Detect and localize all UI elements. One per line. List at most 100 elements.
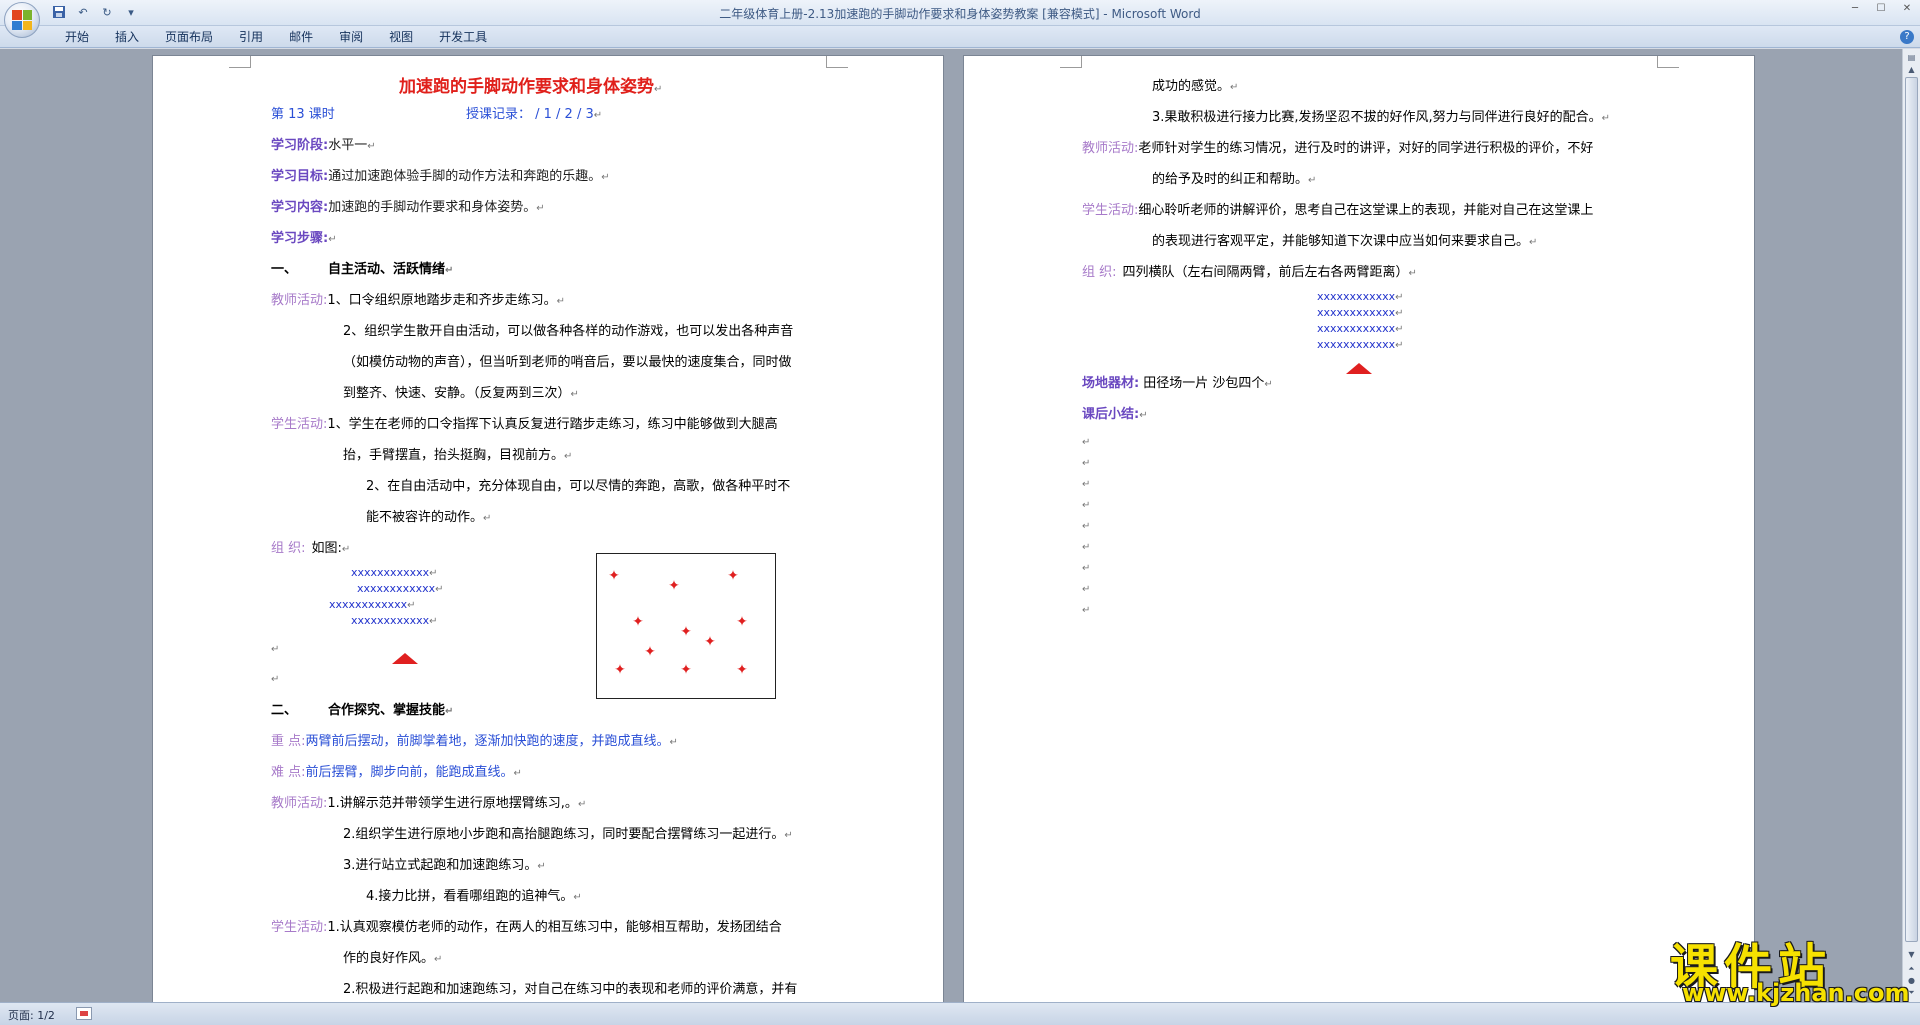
organization: 组 织: 如图:↵ — [271, 541, 351, 556]
teacher-step-2: 2.组织学生进行原地小步跑和高抬腿跑练习，同时要配合摆臂练习一起进行。↵ — [343, 827, 793, 842]
tab-page-layout[interactable]: 页面布局 — [152, 29, 226, 45]
teacher-activity-2-cont: （如模仿动物的声音），但当听到老师的哨音后，要以最快的速度集合，同时做 — [343, 355, 792, 370]
paragraph-mark: ↵ — [1082, 521, 1091, 532]
paragraph-mark: ↵ — [1082, 458, 1091, 469]
section-2-title: 合作探究、掌握技能↵ — [328, 703, 454, 718]
student-activity-right: 学生活动:细心聆听老师的讲解评价，思考自己在这堂课上的表现，并能对自己在这堂课上 — [1082, 203, 1594, 218]
corner-mark — [1657, 56, 1679, 68]
page-2[interactable]: 成功的感觉。↵ 3.果敢积极进行接力比赛,发扬坚忍不拔的好作风,努力与同伴进行良… — [963, 55, 1755, 1002]
formation-row: xxxxxxxxxxxx↵ — [329, 598, 416, 611]
paragraph-mark: ↵ — [1082, 479, 1091, 490]
paragraph-mark: ↵ — [1082, 500, 1091, 511]
star-icon: ✦ — [632, 614, 644, 630]
paragraph-mark: ↵ — [1082, 563, 1091, 574]
document-area[interactable]: 加速跑的手脚动作要求和身体姿势↵ 第 13 课时 授课记录： / 1 / 2 /… — [0, 49, 1902, 1002]
teacher-activity-2: 2、组织学生散开自由活动，可以做各种各样的动作游戏，也可以发出各种声音 — [343, 324, 794, 339]
study-steps: 学习步骤:↵ — [271, 231, 337, 246]
difficult-point: 难 点:前后摆臂，脚步向前，能跑成直线。↵ — [271, 765, 522, 780]
close-icon[interactable]: ✕ — [1898, 2, 1916, 16]
lesson-summary: 课后小结:↵ — [1082, 407, 1148, 422]
page-counter[interactable]: 页面: 1/2 — [8, 1007, 55, 1023]
tab-mailings[interactable]: 邮件 — [276, 29, 326, 45]
star-icon: ✦ — [704, 634, 716, 650]
scroll-up-icon[interactable]: ▲ — [1905, 64, 1918, 76]
teacher-step-3: 3.进行站立式起跑和加速跑练习。↵ — [343, 858, 546, 873]
tab-developer[interactable]: 开发工具 — [426, 29, 500, 45]
corner-mark — [229, 56, 251, 68]
venue-equipment: 场地器材: 田径场一片 沙包四个↵ — [1082, 376, 1273, 391]
star-icon: ✦ — [608, 568, 620, 584]
student-activity-cont: 抬，手臂摆直，抬头挺胸，目视前方。↵ — [343, 448, 573, 463]
teacher-step-4: 4.接力比拼，看看哪组跑的追神气。↵ — [366, 889, 582, 904]
window-controls: ─ ☐ ✕ — [1846, 2, 1916, 16]
teacher-activity: 教师活动:1、口令组织原地踏步走和齐步走练习。↵ — [271, 293, 566, 308]
formation-row: xxxxxxxxxxxx↵ — [1317, 306, 1404, 319]
star-icon: ✦ — [736, 662, 748, 678]
study-content: 学习内容:加速跑的手脚动作要求和身体姿势。↵ — [271, 200, 545, 215]
help-icon[interactable]: ? — [1900, 30, 1914, 44]
organization-right: 组 织: 四列横队（左右间隔两臂，前后左右各两臂距离）↵ — [1082, 265, 1417, 280]
window-title: 二年级体育上册-2.13加速跑的手脚动作要求和身体姿势教案 [兼容模式] - M… — [719, 7, 1201, 21]
right-line-1: 成功的感觉。↵ — [1152, 79, 1239, 94]
paragraph-mark: ↵ — [271, 674, 280, 685]
tab-insert[interactable]: 插入 — [102, 29, 152, 45]
teacher-position-triangle — [1346, 363, 1372, 374]
lesson-number: 第 13 课时 — [271, 107, 335, 122]
ruler-toggle-icon[interactable]: ▤ — [1905, 52, 1918, 64]
formation-row: xxxxxxxxxxxx↵ — [351, 614, 438, 627]
student-activity-2: 2、在自由活动中，充分体现自由，可以尽情的奔跑，高歌，做各种平时不 — [366, 479, 791, 494]
student-activity: 学生活动:1、学生在老师的口令指挥下认真反复进行踏步走练习，练习中能够做到大腿高 — [271, 417, 778, 432]
proofing-icon[interactable] — [76, 1007, 92, 1020]
right-line-2: 3.果敢积极进行接力比赛,发扬坚忍不拔的好作风,努力与同伴进行良好的配合。↵ — [1152, 110, 1611, 125]
star-icon: ✦ — [644, 644, 656, 660]
section-2-heading: 二、 — [271, 703, 298, 718]
formation-row: xxxxxxxxxxxx↵ — [357, 582, 444, 595]
page-1[interactable]: 加速跑的手脚动作要求和身体姿势↵ 第 13 课时 授课记录： / 1 / 2 /… — [152, 55, 944, 1002]
corner-mark — [1060, 56, 1082, 68]
tab-review[interactable]: 审阅 — [326, 29, 376, 45]
office-button[interactable] — [4, 2, 40, 38]
teacher-activity-right: 教师活动:老师针对学生的练习情况，进行及时的讲评，对好的同学进行积极的评价，不好 — [1082, 141, 1594, 156]
student-step-1-cont: 作的良好作风。↵ — [343, 951, 443, 966]
formation-row: xxxxxxxxxxxx↵ — [1317, 290, 1404, 303]
vertical-scrollbar[interactable]: ▤ ▲ ▼ ⏶ ● ⏷ — [1902, 49, 1920, 1002]
formation-row: xxxxxxxxxxxx↵ — [351, 566, 438, 579]
maximize-icon[interactable]: ☐ — [1872, 2, 1890, 16]
student-step-2: 2.积极进行起跑和加速跑练习，对自己在练习中的表现和老师的评价满意，并有 — [343, 982, 798, 997]
status-bar: 页面: 1/2 — [0, 1002, 1920, 1025]
office-logo-icon — [12, 10, 32, 30]
paragraph-mark: ↵ — [1082, 437, 1091, 448]
star-icon: ✦ — [668, 578, 680, 594]
ribbon-tabs: 开始 插入 页面布局 引用 邮件 审阅 视图 开发工具 — [52, 29, 500, 45]
student-activity-right-cont: 的表现进行客观平定，并能够知道下次课中应当如何来要求自己。↵ — [1152, 234, 1538, 249]
section-1-title: 自主活动、活跃情绪↵ — [328, 262, 454, 277]
corner-mark — [826, 56, 848, 68]
ribbon-tab-bar: 开始 插入 页面布局 引用 邮件 审阅 视图 开发工具 ? — [0, 26, 1920, 48]
paragraph-mark: ↵ — [1082, 605, 1091, 616]
star-icon: ✦ — [680, 662, 692, 678]
title-bar: ↶ ↻ ▾ 二年级体育上册-2.13加速跑的手脚动作要求和身体姿势教案 [兼容模… — [0, 0, 1920, 38]
watermark-logo: 课件站 www.kjzhan.com — [1664, 927, 1920, 1009]
tab-home[interactable]: 开始 — [52, 29, 102, 45]
lesson-record: 授课记录： / 1 / 2 / 3↵ — [466, 107, 603, 122]
minimize-icon[interactable]: ─ — [1846, 2, 1864, 16]
star-icon: ✦ — [680, 624, 692, 640]
section-1-heading: 一、 — [271, 262, 298, 277]
star-icon: ✦ — [614, 662, 626, 678]
paragraph-mark: ↵ — [1082, 584, 1091, 595]
paragraph-mark: ↵ — [1082, 542, 1091, 553]
page-title: 加速跑的手脚动作要求和身体姿势↵ — [399, 77, 663, 97]
scrollbar-thumb[interactable] — [1905, 77, 1918, 942]
star-icon: ✦ — [727, 568, 739, 584]
formation-row: xxxxxxxxxxxx↵ — [1317, 322, 1404, 335]
teacher-position-triangle — [392, 653, 418, 664]
teacher-activity-section2: 教师活动:1.讲解示范并带领学生进行原地摆臂练习,。↵ — [271, 796, 587, 811]
key-point: 重 点:两臂前后摆动，前脚掌着地，逐渐加快跑的速度，并跑成直线。↵ — [271, 734, 678, 749]
teacher-activity-2-end: 到整齐、快速、安静。（反复两到三次）↵ — [343, 386, 579, 401]
study-stage: 学习阶段:水平一↵ — [271, 138, 376, 153]
paragraph-mark: ↵ — [271, 644, 280, 655]
tab-view[interactable]: 视图 — [376, 29, 426, 45]
teacher-activity-right-cont: 的给予及时的纠正和帮助。↵ — [1152, 172, 1317, 187]
student-activity-2-end: 能不被容许的动作。↵ — [366, 510, 492, 525]
tab-references[interactable]: 引用 — [226, 29, 276, 45]
